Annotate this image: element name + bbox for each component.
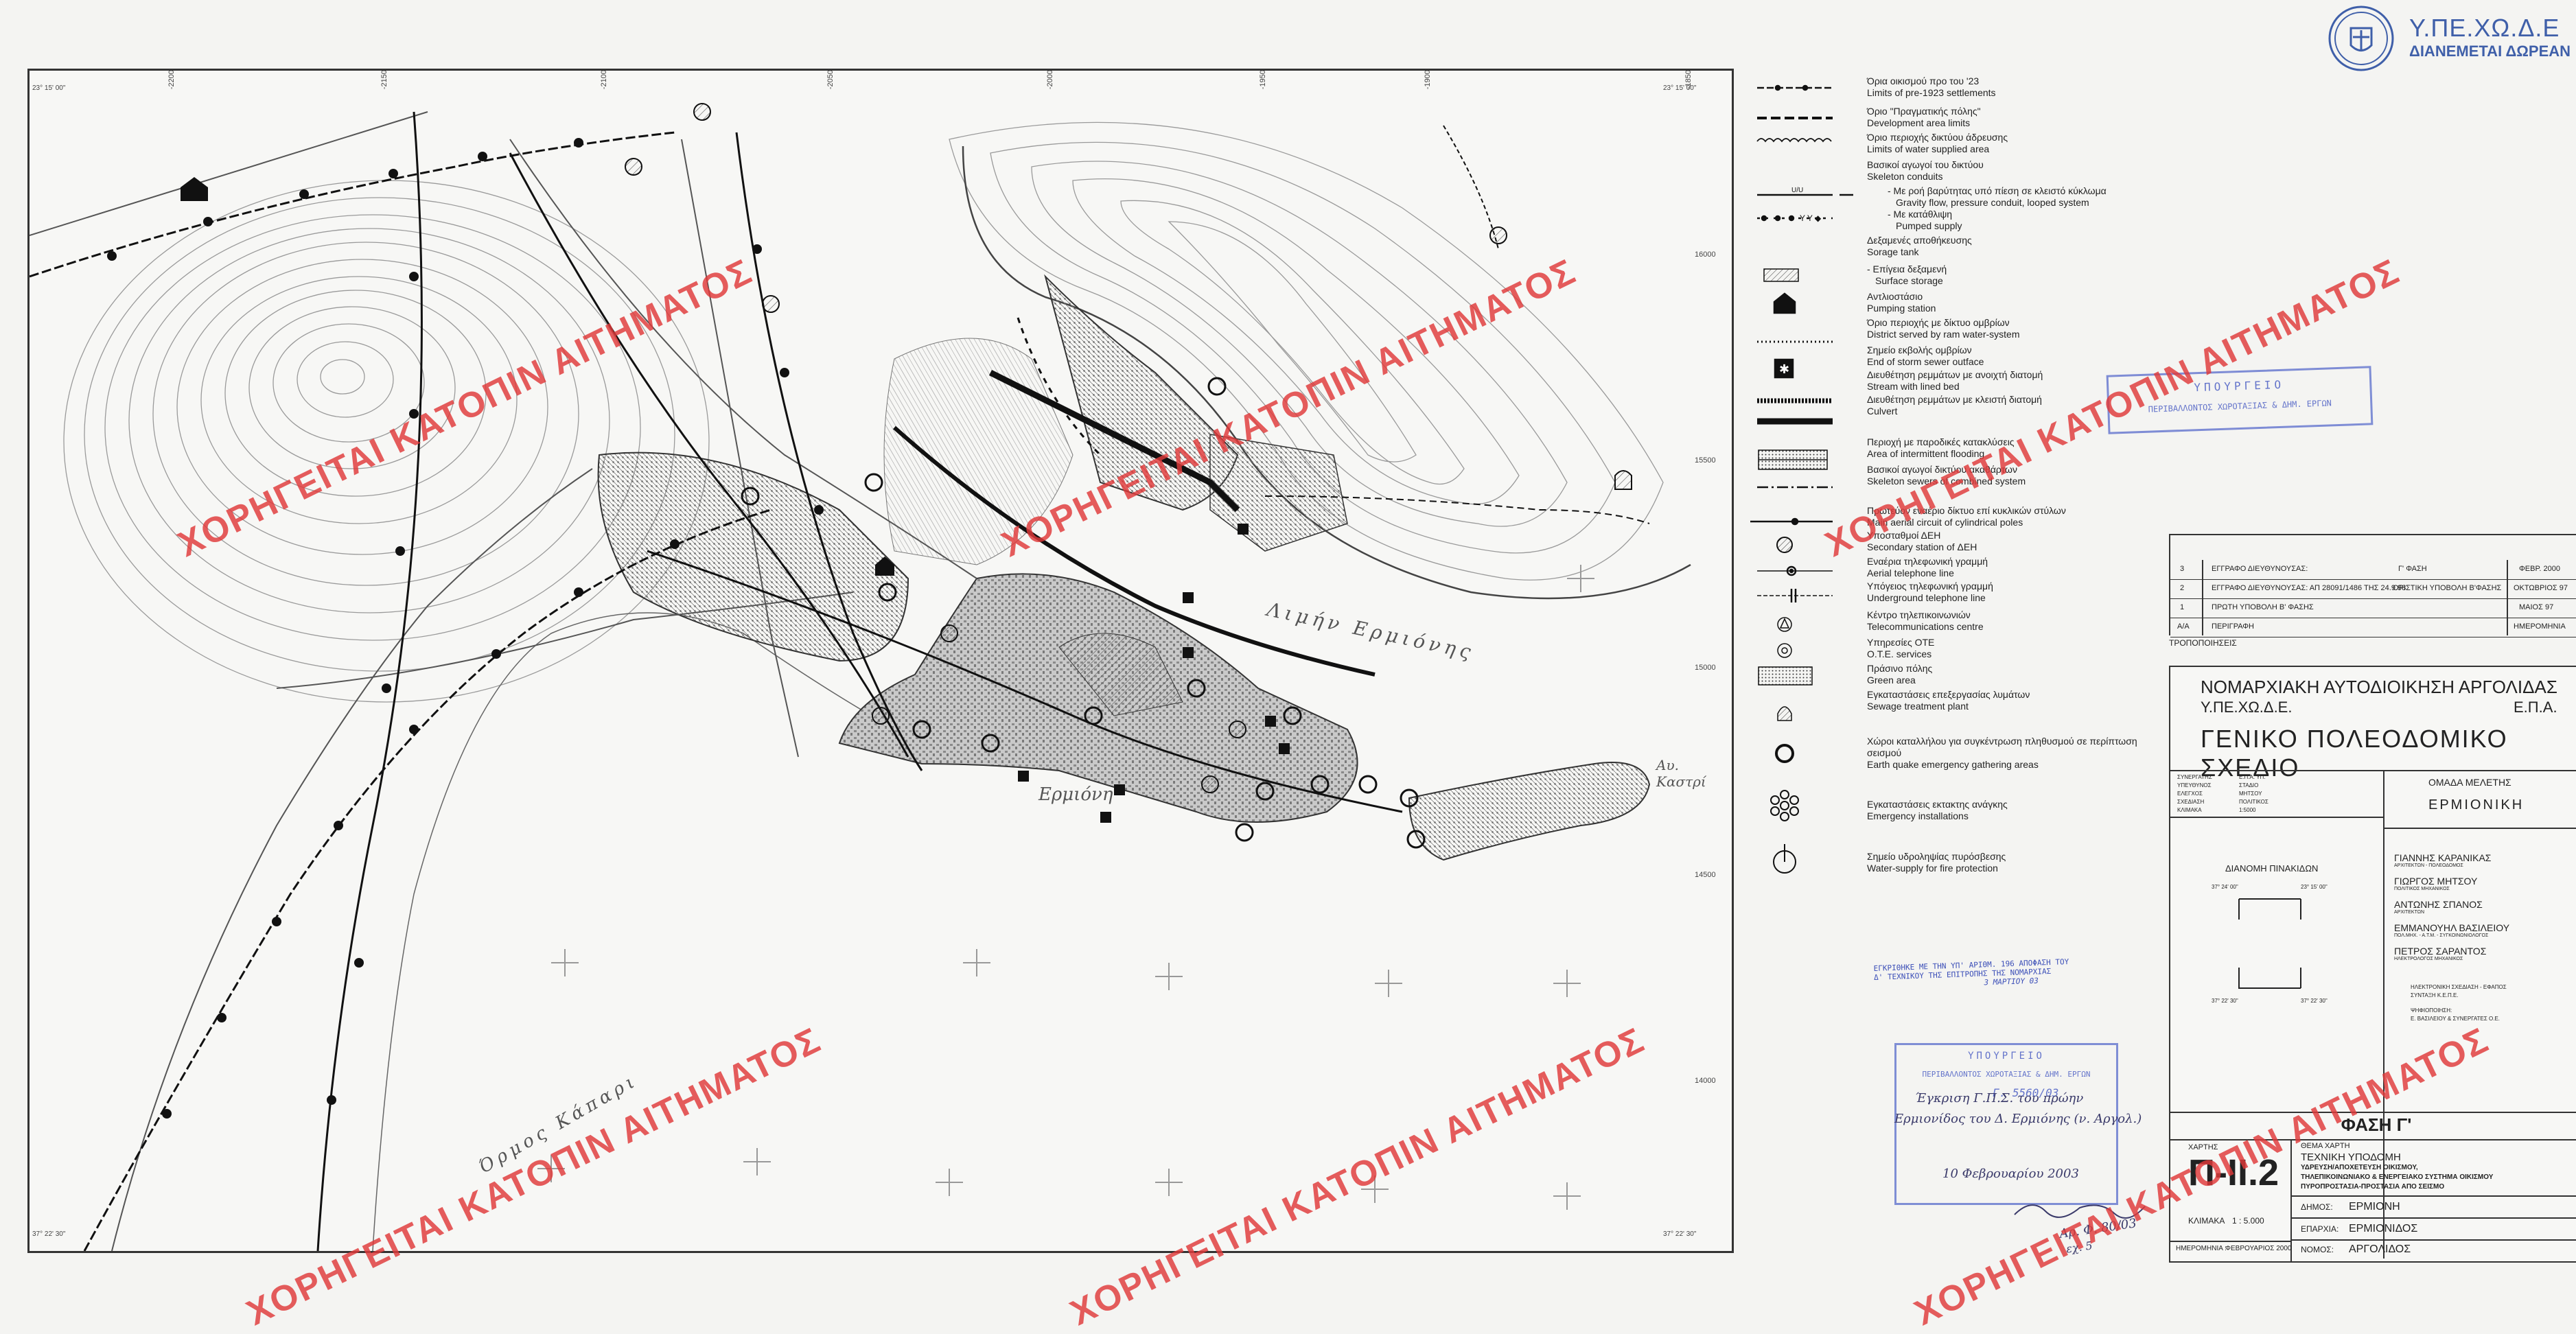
grid-label-top: -22000 xyxy=(167,69,176,90)
place-label-ermioni: Ερμιόνη xyxy=(1038,784,1113,805)
drawing-info-grid: ΣΥΝΕΡΓΑΤΗΣ ΥΠΕΥΘΥΝΟΣ ΕΛΕΓΧΟΣ ΣΧΕΔΙΑΣΗ ΚΛ… xyxy=(2177,774,2268,813)
inset-coord-bl: 37° 22' 30" xyxy=(2212,998,2238,1004)
grid-label-right: 16000 xyxy=(1695,250,1716,259)
table-row: Α/Α ΠΕΡΙΓΡΑΦΗ ΗΜΕΡΟΜΗΝΙΑ xyxy=(2170,618,2576,637)
logo-title: Υ.ΠΕ.ΧΩ.Δ.Ε xyxy=(2409,14,2560,42)
eparchia-label: ΕΠΑΡΧΙΑ: xyxy=(2301,1224,2339,1234)
eparchia-value: ΕΡΜΙΟΝΙΔΟΣ xyxy=(2349,1223,2418,1234)
scale-value: 1 : 5.000 xyxy=(2232,1216,2264,1226)
revisions-table: 3 ΕΓΓΡΑΦΟ ΔΙΕΥΘΥΝΟΥΣΑΣ: Γ' ΦΑΣΗ ΦΕΒΡ. 2000 … xyxy=(2169,534,2576,637)
skeleton-conduits xyxy=(30,111,1650,1251)
coastline-west xyxy=(372,612,923,1251)
table-row: 3 ΕΓΓΡΑΦΟ ΔΙΕΥΘΥΝΟΥΣΑΣ: Γ' ΦΑΣΗ ΦΕΒΡ. 2000 xyxy=(2170,560,2576,580)
grid-label-right: 15000 xyxy=(1695,664,1716,672)
epa-abbrev: Ε.Π.Α. xyxy=(2514,699,2557,716)
map-frame[interactable]: -22000 -21500 -21000 -20500 -20000 -1950… xyxy=(27,69,1734,1253)
digitizing-value: Ε. ΒΑΣΙΛΕΙΟΥ & ΣΥΝΕΡΓΑΤΕΣ Ο.Ε. xyxy=(2411,1016,2500,1022)
corner-coord-tl: 23° 15' 00" xyxy=(32,84,66,92)
table-row: 1 ΠΡΩΤΗ ΥΠΟΒΟΛΗ Β' ΦΑΣΗΣ ΜΑΙΟΣ 97 xyxy=(2170,598,2576,618)
grid-label-top: -20500 xyxy=(826,69,835,90)
digitizing-label: ΨΗΦΙΟΠΟΙΗΣΗ: xyxy=(2411,1007,2452,1014)
revisions-caption: ΤΡΟΠΟΠΟΙΗΣΕΙΣ xyxy=(2169,638,2237,648)
legend-item: Χώροι καταλλήλου για συγκέντρωση πληθυσμ… xyxy=(1867,736,2137,770)
handwritten-date: 10 Φεβρουαρίου 2003 xyxy=(1942,1167,2079,1181)
grid-label-top: -19500 xyxy=(1259,69,1268,90)
sheet-index-inset xyxy=(2238,898,2301,989)
legend-item: Σημείο υδροληψίας πυρόσβεσης Water-supply… xyxy=(1867,851,2006,874)
map-subject-line: ΤΗΛΕΠΙΚΟΙΝΩΝΙΑΚΟ & ΕΝΕΡΓΕΙΑΚΟ ΣΥΣΤΗΜΑ ΟΙ… xyxy=(2301,1173,2494,1181)
approval-note: ΕΓΚΡΙΘΗΚΕ ΜΕ ΤΗΝ ΥΠ' ΑΡΙΘΜ. 196 ΑΠΟΦΑΣΗ … xyxy=(1873,957,2069,987)
ecad-value: ΣΥΝΤΑΞΗ Κ.Ε.Π.Ε. xyxy=(2411,992,2459,998)
grid-label-top: -19000 xyxy=(1424,69,1432,90)
place-label-kastri: Αυ. Καστρί xyxy=(1656,757,1706,790)
handwritten-approval: Έγκριση Γ.Π.Σ. του πρώην xyxy=(1915,1091,2084,1105)
sheet-distribution-label: ΔΙΑΝΟΜΗ ΠΙΝΑΚΙΔΩΝ xyxy=(2225,863,2319,874)
map-legend: U/U Y Y ◆ ✱ Όρια οικισμού προ του '23 Lim… xyxy=(1750,69,2196,947)
study-name: ΕΡΜΙΟΝΙΚΗ xyxy=(2428,797,2525,812)
dimos-label: ΔΗΜΟΣ: xyxy=(2301,1202,2333,1212)
map-subject-main: ΤΕΧΝΙΚΗ ΥΠΟΔΟΜΗ xyxy=(2301,1151,2401,1163)
grid-label-right: 14000 xyxy=(1695,1077,1716,1085)
table-row: 2 ΕΓΓΡΑΦΟ ΔΙΕΥΘΥΝΟΥΣΑΣ: ΑΠ 28091/1486 ΤΗΣ… xyxy=(2170,579,2576,599)
inset-coord-br: 37° 22' 30" xyxy=(2301,998,2328,1004)
sewage-plant-symbol xyxy=(1614,470,1632,490)
inset-coord-tl: 37° 24' 00" xyxy=(2212,884,2238,890)
area-flooding-west xyxy=(597,452,909,662)
nomos-value: ΑΡΓΟΛΙΔΟΣ xyxy=(2349,1243,2411,1255)
grid-label-top: -20000 xyxy=(1046,69,1055,90)
date-value: ΦΕΒΡΟΥΑΡΙΟΣ 2000 xyxy=(2225,1245,2292,1252)
dimos-value: ΕΡΜΙΟΝΗ xyxy=(2349,1201,2400,1213)
map-drawing xyxy=(30,103,1691,1251)
map-subject-line: ΠΥΡΟΠΡΟΣΤΑΣΙΑ-ΠΡΟΣΤΑΣΙΑ ΑΠΟ ΣΕΙΣΜΟ xyxy=(2301,1183,2445,1191)
logo-subtitle: ΔΙΑΝΕΜΕΤΑΙ ΔΩΡΕΑΝ xyxy=(2409,43,2571,60)
grid-label-top: -21500 xyxy=(380,69,389,90)
legend-item: Εγκαταστάσεις εκτακτης ανάγκης Emergency … xyxy=(1867,799,2008,821)
map-subject-line: ΥΔΡΕΥΣΗ/ΑΠΟΧΕΤΕΥΣΗ ΟΙΚΙΣΜΟΥ, xyxy=(2301,1164,2418,1171)
corner-coord-bl: 37° 22' 30" xyxy=(32,1230,66,1238)
corner-coord-tr: 23° 15' 00" xyxy=(1663,84,1697,92)
study-group-label: ΟΜΑΔΑ ΜΕΛΕΤΗΣ xyxy=(2428,777,2511,788)
ministry-logo: Υ.ΠΕ.ΧΩ.Δ.Ε ΔΙΑΝΕΜΕΤΑΙ ΔΩΡΕΑΝ xyxy=(2320,4,2576,71)
scale-label: ΚΛΙΜΑΚΑ xyxy=(2188,1216,2225,1226)
inset-coord-tr: 23° 15' 00" xyxy=(2301,884,2328,890)
ministry-seal-icon xyxy=(2328,5,2394,71)
area-green-peninsula xyxy=(1408,762,1651,861)
nomos-label: ΝΟΜΟΣ: xyxy=(2301,1245,2334,1254)
corner-coord-br: 37° 22' 30" xyxy=(1663,1230,1697,1238)
grid-label-top: -21000 xyxy=(600,69,609,90)
grid-label-right: 14500 xyxy=(1695,871,1716,879)
date-label: ΗΜΕΡΟΜΗΝΙΑ : xyxy=(2176,1245,2227,1252)
authority-name: ΝΟΜΑΡΧΙΑΚΗ ΑΥΤΟΔΙΟΙΚΗΣΗ ΑΡΓΟΛΙΔΑΣ xyxy=(2201,677,2557,697)
ministry-abbrev: Υ.ΠΕ.ΧΩ.Δ.Ε. xyxy=(2201,699,2293,716)
grid-label-right: 15500 xyxy=(1695,456,1716,465)
ecad-label: ΗΛΕΚΤΡΟΝΙΚΗ ΣΧΕΔΙΑΣΗ - ΕΦΑΠΟΣ xyxy=(2411,984,2507,990)
legend-item: Εγκαταστάσεις επεξεργασίας λυμάτων Sewage… xyxy=(1867,689,2030,712)
handwritten-approval: Ερμιονίδος του Δ. Ερμιόνης (ν. Αργολ.) xyxy=(1894,1112,2142,1126)
